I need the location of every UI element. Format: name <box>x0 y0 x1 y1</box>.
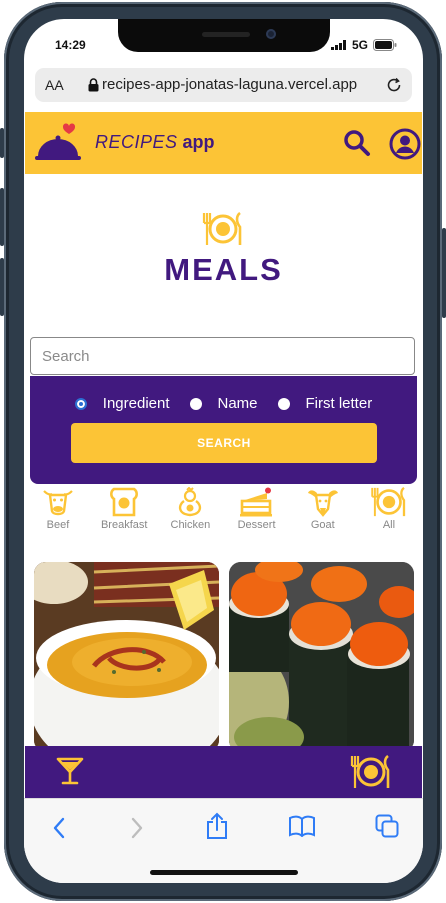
all-meals-icon <box>371 487 406 517</box>
beef-icon <box>43 490 73 516</box>
category-beef[interactable]: Beef <box>26 487 90 535</box>
category-breakfast-label: Breakfast <box>100 519 148 531</box>
logo-suffix: app <box>182 132 215 152</box>
radio-name[interactable]: Name <box>189 395 258 412</box>
profile-icon[interactable] <box>389 128 421 160</box>
network-label: 5G <box>351 38 368 52</box>
goat-icon <box>307 490 338 517</box>
tabs-icon[interactable] <box>375 814 399 838</box>
category-breakfast[interactable]: Breakfast <box>92 487 156 535</box>
recipe-image-sushi <box>229 562 414 752</box>
page-title: MEALS <box>164 252 283 287</box>
category-goat-label: Goat <box>310 519 335 531</box>
recipe-image-soup <box>34 562 219 752</box>
search-icon[interactable] <box>343 129 371 157</box>
radio-ingredient-label: Ingredient <box>102 395 170 412</box>
category-dessert-label: Dessert <box>237 519 276 531</box>
camera-notch <box>118 19 330 52</box>
category-all[interactable]: All <box>357 487 421 535</box>
radio-ingredient[interactable]: Ingredient <box>74 395 170 412</box>
bookmarks-icon[interactable] <box>288 815 316 837</box>
app-header: RECIPES app <box>25 112 422 174</box>
battery-icon <box>373 39 397 51</box>
category-dessert[interactable]: Dessert <box>225 487 289 535</box>
url-text[interactable]: recipes-app-jonatas-laguna.vercel.app <box>102 76 357 93</box>
search-input[interactable] <box>30 337 415 375</box>
status-time: 14:29 <box>55 38 86 52</box>
volume-up-button <box>0 188 4 246</box>
radio-ingredient-dot[interactable] <box>74 397 87 410</box>
lock-icon <box>88 78 99 92</box>
category-goat[interactable]: Goat <box>291 487 355 535</box>
category-chicken[interactable]: Chicken <box>158 487 222 535</box>
search-button[interactable]: SEARCH <box>71 423 377 463</box>
app-logo[interactable]: RECIPES app <box>95 132 215 153</box>
radio-first-letter[interactable]: First letter <box>277 395 373 412</box>
front-camera <box>266 29 276 39</box>
reload-icon[interactable] <box>385 76 403 94</box>
category-beef-label: Beef <box>46 519 70 531</box>
radio-first-letter-label: First letter <box>305 395 373 412</box>
back-icon[interactable] <box>52 817 66 839</box>
category-filter-bar: Beef Breakfast Chicken Dessert Goat All <box>26 487 421 535</box>
meals-icon <box>202 212 242 245</box>
speaker <box>202 32 250 37</box>
chicken-icon <box>179 487 202 517</box>
search-type-radios: Ingredient Name First letter <box>30 395 417 412</box>
recipe-card[interactable] <box>229 562 414 752</box>
meals-icon[interactable] <box>350 755 392 789</box>
signal-icon <box>330 40 346 50</box>
phone-screen: 14:29 5G AA recipes-app-jonatas-laguna.v… <box>24 19 423 883</box>
logo-cloche-icon <box>35 123 81 160</box>
volume-down-button <box>0 258 4 316</box>
status-indicators: 5G <box>330 38 397 52</box>
recipe-card[interactable] <box>34 562 219 752</box>
logo-word: RECIPES <box>95 132 178 152</box>
share-icon[interactable] <box>205 812 229 840</box>
power-button <box>442 228 446 318</box>
category-chicken-label: Chicken <box>170 519 211 531</box>
home-indicator[interactable] <box>150 870 298 875</box>
breakfast-icon <box>110 487 139 517</box>
dessert-icon <box>239 487 272 517</box>
mute-switch <box>0 128 4 158</box>
category-all-label: All <box>382 519 396 531</box>
forward-icon[interactable] <box>130 817 144 839</box>
text-size-button[interactable]: AA <box>45 77 64 93</box>
radio-name-dot[interactable] <box>189 397 202 410</box>
radio-first-letter-dot[interactable] <box>277 397 290 410</box>
search-options-panel: Ingredient Name First letter SEARCH <box>30 376 417 484</box>
address-bar[interactable]: AA recipes-app-jonatas-laguna.vercel.app <box>35 68 412 102</box>
app-footer <box>25 746 422 798</box>
radio-name-label: Name <box>217 395 258 412</box>
drinks-icon[interactable] <box>56 756 84 786</box>
